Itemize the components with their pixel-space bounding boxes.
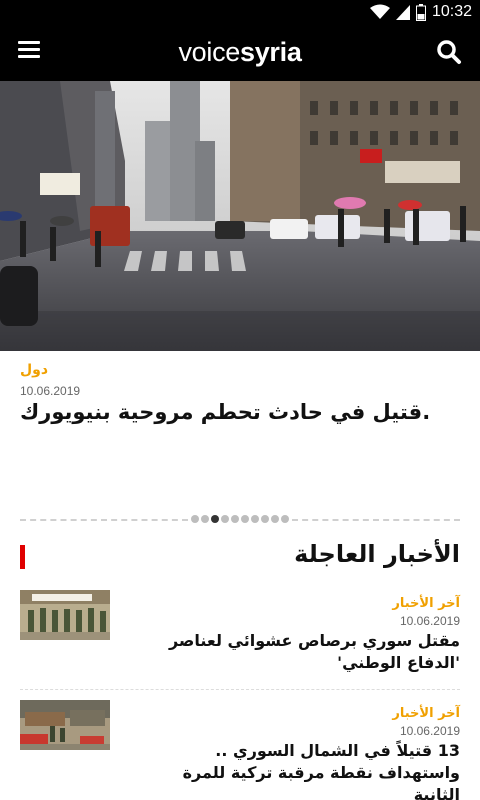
section-accent-bar — [20, 545, 25, 569]
carousel-dot[interactable] — [261, 515, 269, 523]
carousel-dots[interactable] — [191, 515, 289, 523]
news-item[interactable]: آخر الأخبار 10.06.2019 مقتل سوري برصاص ع… — [0, 590, 480, 690]
hero-image[interactable] — [0, 81, 480, 351]
carousel-dot[interactable] — [241, 515, 249, 523]
status-bar: 10:32 — [0, 0, 480, 24]
section-title: الأخبار العاجلة — [294, 540, 460, 568]
wifi-icon — [369, 4, 390, 20]
carousel-dot[interactable] — [221, 515, 229, 523]
carousel-divider-right — [292, 519, 460, 521]
hero-title[interactable]: قتيل في حادث تحطم مروحية بنيويورك. — [20, 400, 460, 424]
news-date: 10.06.2019 — [399, 724, 460, 738]
news-date: 10.06.2019 — [399, 614, 460, 628]
hero-date: 10.06.2019 — [20, 384, 81, 398]
app-logo: voicesyria — [178, 37, 302, 67]
carousel-divider-left — [20, 519, 188, 521]
menu-button[interactable] — [18, 41, 40, 63]
news-category[interactable]: آخر الأخبار — [392, 706, 460, 721]
news-item[interactable]: آخر الأخبار 10.06.2019 13 قتيلاً في الشم… — [0, 700, 480, 800]
status-time: 10:32 — [431, 3, 472, 20]
carousel-dot[interactable] — [211, 515, 219, 523]
carousel-dot[interactable] — [191, 515, 199, 523]
hero-category[interactable]: دول — [20, 362, 48, 378]
news-thumbnail — [20, 700, 110, 750]
carousel-dot[interactable] — [281, 515, 289, 523]
app-bar: voicesyria — [0, 24, 480, 81]
hamburger-icon — [18, 41, 40, 44]
battery-icon — [415, 3, 426, 21]
carousel-dot[interactable] — [251, 515, 259, 523]
search-icon — [437, 40, 461, 64]
news-category[interactable]: آخر الأخبار — [392, 596, 460, 611]
news-title[interactable]: 13 قتيلاً في الشمال السوري .. واستهداف ن… — [140, 740, 460, 800]
carousel-dot[interactable] — [201, 515, 209, 523]
carousel-dot[interactable] — [231, 515, 239, 523]
news-separator — [20, 689, 460, 690]
search-button[interactable] — [436, 39, 462, 65]
carousel-dot[interactable] — [271, 515, 279, 523]
signal-icon — [395, 4, 410, 20]
news-title[interactable]: مقتل سوري برصاص عشوائي لعناصر 'الدفاع ال… — [140, 630, 460, 674]
news-thumbnail — [20, 590, 110, 640]
